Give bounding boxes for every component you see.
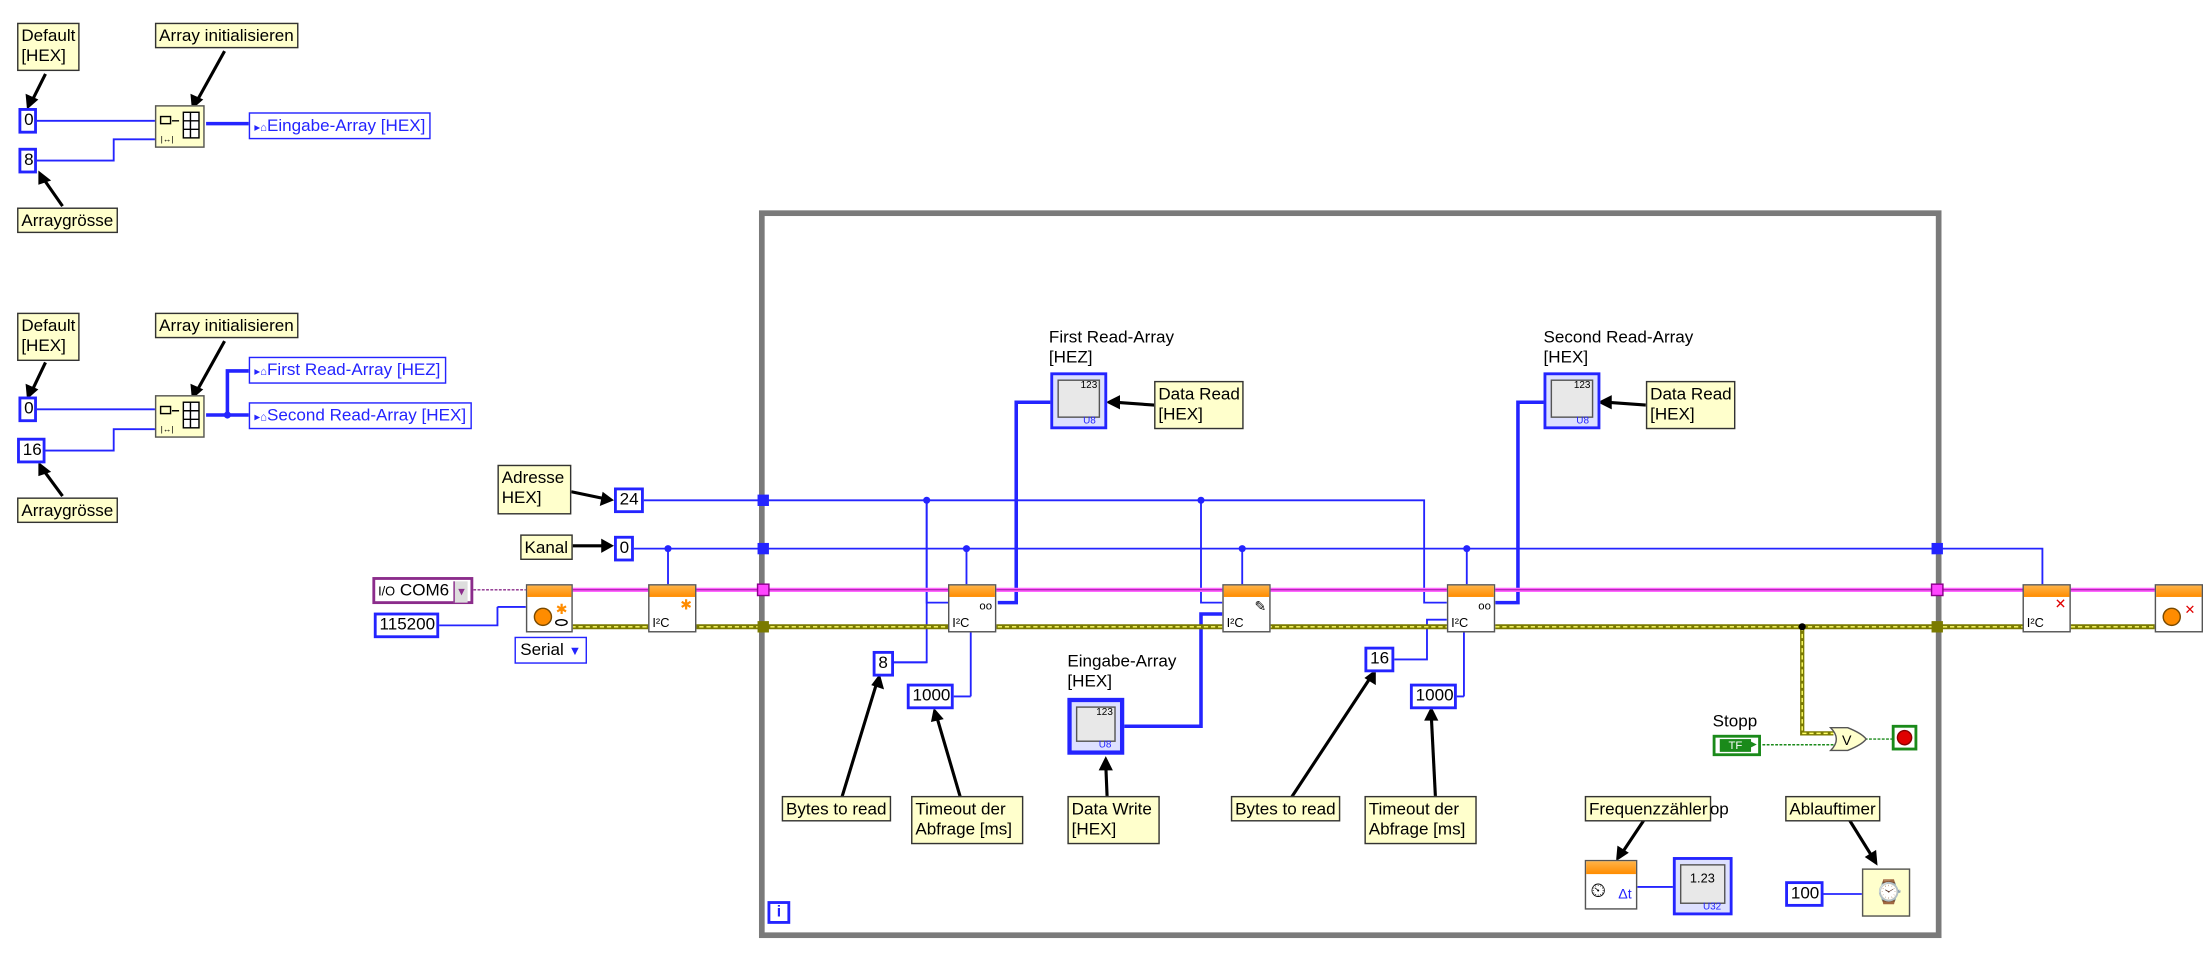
output-arrow-icon: ▸: [1751, 737, 1757, 751]
watch-icon: ⌚: [1874, 881, 1904, 906]
dropdown-arrow-icon[interactable]: ▾: [453, 581, 468, 603]
arrow-heads: [25, 93, 1878, 866]
initialize-array-icon: |↔|: [159, 111, 200, 144]
timeout-constant-1[interactable]: 1000: [906, 683, 954, 710]
bytes-to-read-note-1: Bytes to read: [781, 795, 891, 822]
data-read-note-2: Data Read [HEX]: [1645, 380, 1736, 430]
array-init-note-2: Array initialisieren: [154, 312, 299, 339]
i2c-close-node[interactable]: I²C ✕: [2022, 584, 2071, 633]
dropdown-arrow-icon[interactable]: ▼: [569, 644, 582, 658]
array-size-constant-2[interactable]: 16: [17, 437, 46, 464]
i2c-read-node-2[interactable]: I²C oo: [1446, 584, 1496, 633]
top-block-wires: [35, 119, 251, 162]
or-function: V: [1828, 726, 1868, 752]
eingabe-array-local-variable[interactable]: ▸⌂Eingabe-Array [HEX]: [248, 112, 432, 140]
stop-terminal: [1891, 724, 1918, 751]
write-pencil-icon: ✎: [1254, 599, 1267, 616]
array-init-note: Array initialisieren: [154, 22, 299, 49]
visa-resource-constant[interactable]: I/O COM6 ▾: [372, 577, 474, 605]
array-size-note: Arraygrösse: [17, 207, 118, 234]
block-diagram: V Default [HEX] Array initialisieren 0 |…: [0, 0, 2203, 957]
channel-constant[interactable]: 0: [614, 535, 634, 562]
i2c-write-node[interactable]: I²C ✎: [1222, 584, 1271, 633]
frequency-counter-note: Frequenzzähler: [1584, 795, 1712, 822]
eingabe-array-label: Eingabe-Array [HEX]: [1067, 650, 1177, 691]
frequency-indicator[interactable]: 1.23 U32: [1672, 857, 1733, 916]
default-hex-note: Default [HEX]: [17, 22, 80, 72]
wait-ms-function[interactable]: ⌚: [1861, 868, 1911, 917]
bool-wires: [1762, 738, 1894, 746]
default-value-constant[interactable]: 0: [18, 108, 37, 134]
note-arrows: [29, 50, 1875, 860]
address-note: Adresse HEX]: [497, 464, 572, 515]
initialize-array-icon: |↔|: [159, 401, 200, 434]
i2c-config-node[interactable]: I²C ✱: [648, 584, 697, 633]
interface-enum-constant[interactable]: Serial ▼: [514, 636, 587, 664]
iteration-terminal: i: [767, 901, 791, 924]
timeout-note-2: Timeout der Abfrage [ms]: [1364, 795, 1477, 845]
bytes-to-read-constant-2[interactable]: 16: [1364, 646, 1395, 673]
svg-text:|↔|: |↔|: [161, 134, 174, 144]
bytes-to-read-note-2: Bytes to read: [1230, 795, 1340, 822]
first-read-array-local-variable[interactable]: ▸⌂First Read-Array [HEZ]: [248, 356, 447, 384]
baud-rate-constant[interactable]: 115200: [373, 612, 440, 639]
default-value-constant-2[interactable]: 0: [18, 396, 37, 423]
channel-wire: [633, 547, 2044, 587]
close-session-node[interactable]: ✕: [2154, 584, 2203, 633]
svg-text:✕: ✕: [2185, 602, 2196, 617]
default-hex-note-2: Default [HEX]: [17, 312, 80, 362]
tick-count-node[interactable]: ⏲ Δt: [1584, 859, 1638, 910]
read-glasses-icon: oo: [979, 599, 993, 613]
timing-wires: [1637, 885, 1862, 895]
timeout-note-1: Timeout der Abfrage [ms]: [911, 795, 1024, 845]
i2c-read-node-1[interactable]: I²C oo: [948, 584, 997, 633]
mid-block-wires: [35, 369, 251, 452]
loop-timer-note: Ablauftimer: [1785, 795, 1880, 822]
address-constant[interactable]: 24: [614, 487, 644, 514]
stop-button-control[interactable]: TF ▸: [1712, 734, 1761, 757]
stop-label: Stopp: [1712, 710, 1758, 731]
open-gear-icon: ✱: [533, 602, 568, 627]
delta-t-icon: Δt: [1618, 886, 1632, 903]
close-x-icon: ✕: [2054, 596, 2067, 613]
svg-text:V: V: [1842, 733, 1852, 749]
open-session-node[interactable]: ✱: [525, 584, 573, 633]
array-size-note-2: Arraygrösse: [17, 497, 118, 524]
channel-note: Kanal: [520, 534, 573, 560]
first-read-array-indicator[interactable]: 123 U8: [1050, 372, 1108, 430]
second-read-array-label: Second Read-Array [HEX]: [1543, 326, 1694, 367]
eingabe-array-control[interactable]: 123 U8: [1067, 697, 1125, 755]
wait-ms-constant[interactable]: 100: [1785, 881, 1824, 907]
bytes-to-read-constant-1[interactable]: 8: [872, 650, 894, 677]
clock-icon: ⏲: [1590, 878, 1606, 902]
visa-icon: I/O: [378, 584, 396, 599]
svg-text:✱: ✱: [556, 602, 568, 618]
svg-text:|↔|: |↔|: [161, 424, 174, 434]
second-read-array-local-variable[interactable]: ▸⌂Second Read-Array [HEX]: [248, 402, 472, 430]
loop-tunnels: [756, 494, 1944, 633]
data-read-note-1: Data Read [HEX]: [1154, 380, 1244, 430]
initialize-array-function-2[interactable]: |↔|: [154, 395, 205, 438]
data-write-note: Data Write [HEX]: [1067, 795, 1160, 845]
array-size-constant[interactable]: 8: [18, 147, 37, 174]
first-read-array-label: First Read-Array [HEZ]: [1048, 326, 1175, 367]
error-wire: [571, 624, 2157, 736]
read-glasses-icon: oo: [1478, 599, 1491, 613]
close-gear-icon: ✕: [2162, 602, 2196, 627]
second-read-array-indicator[interactable]: 123 U8: [1543, 372, 1601, 430]
config-star-icon: ✱: [680, 598, 693, 615]
timeout-constant-2[interactable]: 1000: [1409, 683, 1457, 710]
op-text: op: [1709, 798, 1729, 819]
initialize-array-function[interactable]: |↔|: [154, 105, 205, 148]
